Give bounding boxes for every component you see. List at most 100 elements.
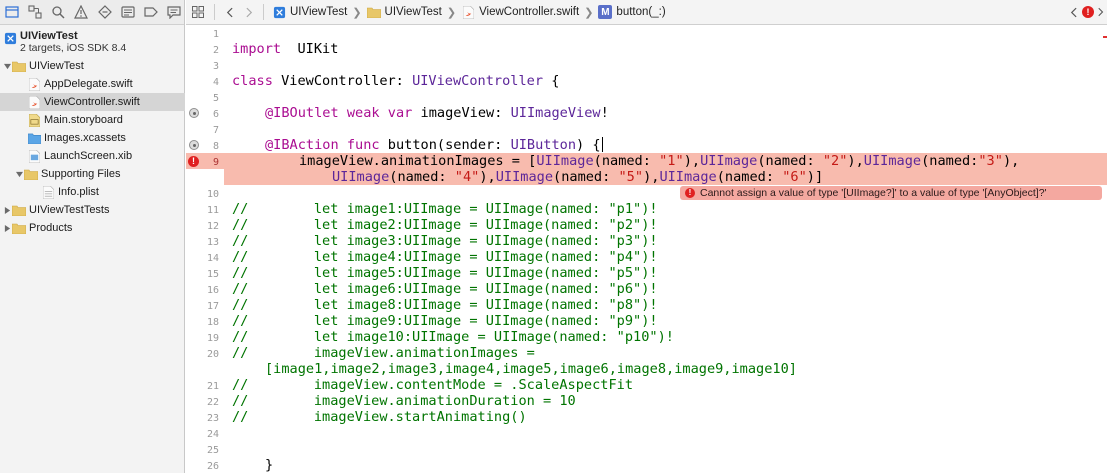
test-navigator-icon[interactable] <box>95 3 115 22</box>
tree-item-supporting-files[interactable]: Supporting Files <box>0 165 185 183</box>
find-navigator-icon[interactable] <box>48 3 68 22</box>
symbol-navigator-icon[interactable] <box>25 3 45 22</box>
code-line[interactable]: // let image3:UIImage = UIImage(named: "… <box>232 233 658 249</box>
method-symbol-icon: M <box>598 5 613 19</box>
code-line[interactable]: // let image2:UIImage = UIImage(named: "… <box>232 217 658 233</box>
code-line[interactable]: // let image8:UIImage = UIImage(named: "… <box>232 297 658 313</box>
code-line[interactable]: // let image6:UIImage = UIImage(named: "… <box>232 281 658 297</box>
code-line[interactable]: // let image9:UIImage = UIImage(named: "… <box>232 313 658 329</box>
tree-item-label: AppDelegate.swift <box>44 78 133 90</box>
code-line[interactable]: UIImage(named: "4"),UIImage(named: "5"),… <box>332 169 823 185</box>
breadcrumb-project[interactable]: UIViewTest <box>272 0 347 25</box>
breadcrumb-separator-icon: ❯ <box>352 6 362 19</box>
tree-item-viewcontroller[interactable]: ViewController.swift <box>0 93 185 111</box>
tree-item-main-storyboard[interactable]: Main.storyboard <box>0 111 185 129</box>
tree-item-label: Supporting Files <box>41 168 121 180</box>
error-scroll-marker <box>1103 36 1107 38</box>
breadcrumb-file[interactable]: ViewController.swift <box>461 0 579 25</box>
breakpoint-navigator-icon[interactable] <box>141 3 161 22</box>
project-navigator: UIViewTest 2 targets, iOS SDK 8.4 UIView… <box>0 0 185 473</box>
tree-item-images-xcassets[interactable]: Images.xcassets <box>0 129 185 147</box>
disclosure-closed-icon[interactable] <box>2 223 12 233</box>
swift-file-icon <box>27 77 41 91</box>
disclosure-open-icon[interactable] <box>2 61 12 71</box>
code-line[interactable]: // let image4:UIImage = UIImage(named: "… <box>232 249 658 265</box>
tree-item-label: Products <box>29 222 73 234</box>
chevron-left-icon <box>1070 7 1077 17</box>
code-line[interactable]: // let image5:UIImage = UIImage(named: "… <box>232 265 658 281</box>
line-number: 24 <box>206 429 219 440</box>
code-line[interactable]: // let image10:UIImage = UIImage(named: … <box>232 329 674 345</box>
tree-item-launchscreen[interactable]: LaunchScreen.xib <box>0 147 185 165</box>
line-number: 13 <box>206 237 219 248</box>
code-line[interactable]: // let image1:UIImage = UIImage(named: "… <box>232 201 658 217</box>
grid-icon <box>192 6 204 18</box>
breadcrumb-method[interactable]: M button(_:) <box>598 0 666 25</box>
disclosure-open-icon[interactable] <box>14 169 24 179</box>
code-line[interactable]: } <box>265 457 273 473</box>
chevron-right-icon <box>245 7 252 17</box>
xib-file-icon <box>27 149 41 163</box>
line-number: 21 <box>206 381 219 392</box>
issue-navigator-icon[interactable] <box>71 3 91 22</box>
breadcrumb-label: UIViewTest <box>290 6 348 18</box>
storyboard-file-icon <box>27 113 41 127</box>
line-number: 16 <box>206 285 219 296</box>
issue-indicator-button[interactable]: ! <box>1081 0 1095 25</box>
code-line[interactable]: // imageView.animationImages = <box>232 345 535 361</box>
line-number: 1 <box>212 29 219 40</box>
tree-item-label: ViewController.swift <box>44 96 140 108</box>
code-line[interactable]: @IBOutlet weak var imageView: UIImageVie… <box>265 105 609 121</box>
breadcrumb-label: UIViewTest <box>384 6 442 18</box>
back-button[interactable] <box>219 0 239 25</box>
forward-button[interactable] <box>239 0 259 25</box>
code-line[interactable]: // imageView.startAnimating() <box>232 409 527 425</box>
issue-back-button[interactable] <box>1065 0 1081 25</box>
error-message-text: Cannot assign a value of type '[UIImage?… <box>700 187 1047 199</box>
code-line[interactable]: import UIKit <box>232 41 338 57</box>
disclosure-closed-icon[interactable] <box>2 205 12 215</box>
jump-bar: UIViewTest ❯ UIViewTest ❯ ViewController… <box>186 0 1107 25</box>
code-line[interactable]: @IBAction func button(sender: UIButton) … <box>265 137 601 153</box>
tree-item-products[interactable]: Products <box>0 219 185 237</box>
project-subtitle: 2 targets, iOS SDK 8.4 <box>20 42 127 54</box>
tree-item-uiviewtest-group[interactable]: UIViewTest <box>0 57 185 75</box>
breadcrumb-group[interactable]: UIViewTest <box>366 0 442 25</box>
debug-navigator-icon[interactable] <box>118 3 138 22</box>
tree-item-appdelegate[interactable]: AppDelegate.swift <box>0 75 185 93</box>
project-root-item[interactable]: UIViewTest 2 targets, iOS SDK 8.4 <box>0 27 185 57</box>
breadcrumb-separator-icon: ❯ <box>584 6 594 19</box>
tree-item-info-plist[interactable]: Info.plist <box>0 183 185 201</box>
issue-forward-button[interactable] <box>1095 0 1107 25</box>
line-number: 7 <box>212 125 219 136</box>
tree-item-label: LaunchScreen.xib <box>44 150 133 162</box>
text-cursor <box>602 137 603 152</box>
line-number: 8 <box>212 141 219 152</box>
line-number: 4 <box>212 77 219 88</box>
project-navigator-icon[interactable] <box>2 3 22 22</box>
breadcrumb-label: button(_:) <box>616 6 666 18</box>
error-message-bubble[interactable]: ! Cannot assign a value of type '[UIImag… <box>680 186 1102 200</box>
tree-item-uiviewtesttests[interactable]: UIViewTestTests <box>0 201 185 219</box>
chevron-right-icon <box>1098 7 1104 17</box>
code-line[interactable]: // imageView.contentMode = .ScaleAspectF… <box>232 377 633 393</box>
related-items-button[interactable] <box>186 0 210 25</box>
code-line[interactable]: imageView.animationImages = [UIImage(nam… <box>299 153 1019 169</box>
line-number: 5 <box>212 93 219 104</box>
folder-icon <box>366 5 381 19</box>
folder-icon <box>12 59 26 73</box>
line-number: 14 <box>206 253 219 264</box>
breadcrumb-separator-icon: ❯ <box>446 6 457 19</box>
navigator-toolbar <box>0 0 184 25</box>
code-line[interactable]: [image1,image2,image3,image4,image5,imag… <box>265 361 797 377</box>
line-number: 15 <box>206 269 219 280</box>
xcode-project-icon <box>3 31 17 45</box>
code-line[interactable]: // imageView.animationDuration = 10 <box>232 393 576 409</box>
source-editor[interactable]: ! 1 2 3 4 5 6 7 8 9 10 11 12 13 14 15 16… <box>186 26 1107 473</box>
xcode-project-icon <box>272 5 286 19</box>
code-line[interactable]: class ViewController: UIViewController { <box>232 73 559 89</box>
tree-item-label: Info.plist <box>58 186 99 198</box>
project-title: UIViewTest <box>20 30 78 42</box>
line-number: 25 <box>206 445 219 456</box>
report-navigator-icon[interactable] <box>164 3 184 22</box>
